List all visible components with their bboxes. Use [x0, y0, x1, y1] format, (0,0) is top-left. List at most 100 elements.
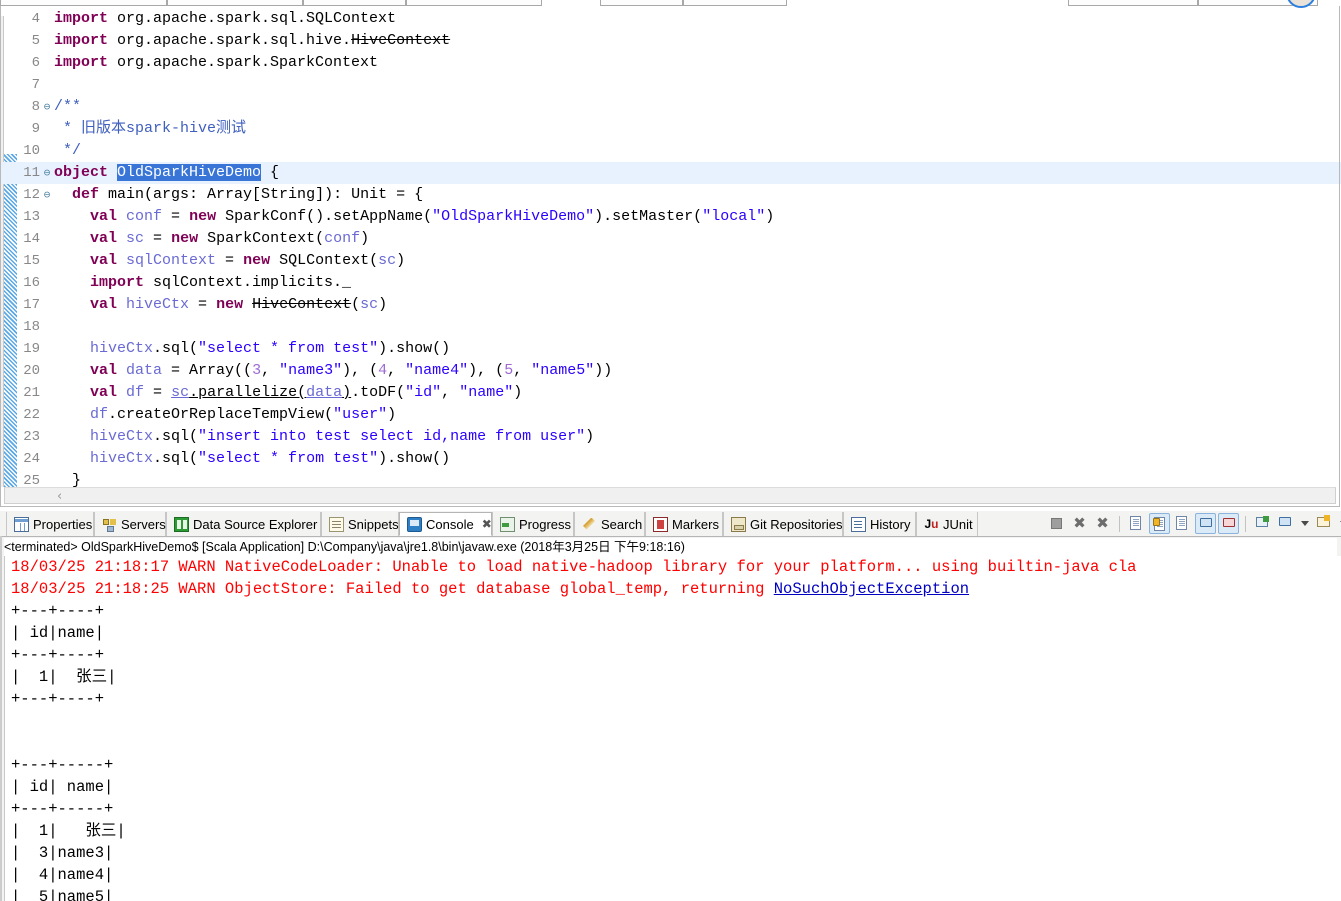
code-line[interactable]: 5 import org.apache.spark.sql.hive.HiveCo… — [0, 30, 1341, 52]
line-number: 16 — [23, 275, 40, 291]
code-line[interactable]: 18 — [0, 316, 1341, 338]
code-text: val sqlContext = new SQLContext(sc) — [90, 252, 406, 269]
code-line[interactable]: 14 val sc = new SparkContext(conf) — [0, 228, 1341, 250]
tab-console[interactable]: Console ✖ — [399, 512, 492, 536]
tab-properties[interactable]: Properties — [6, 512, 94, 536]
code-line[interactable]: 9 * 旧版本spark-hive测试 — [0, 118, 1341, 140]
editor-horizontal-scrollbar[interactable]: ‹ — [4, 487, 1336, 504]
line-number: 12 — [23, 187, 40, 203]
code-line[interactable]: 19 hiveCtx.sql("select * from test").sho… — [0, 338, 1341, 360]
console-line: | 5|name5| — [11, 886, 1341, 901]
code-line[interactable]: 20 val data = Array((3, "name3"), (4, "n… — [0, 360, 1341, 382]
open-console-button[interactable] — [1314, 513, 1335, 534]
tab-label: JUnit — [943, 516, 973, 532]
console-line: +---+-----+ — [11, 754, 1341, 776]
console-hyperlink[interactable]: NoSuchObjectException — [774, 580, 969, 598]
code-line[interactable]: 17 val hiveCtx = new HiveContext(sc) — [0, 294, 1341, 316]
tab-markers[interactable]: Markers — [645, 512, 723, 536]
tab-snippets[interactable]: Snippets — [321, 512, 399, 536]
tab-label: Console — [426, 516, 474, 532]
tab-history[interactable]: History — [843, 512, 916, 536]
code-text: val data = Array((3, "name3"), (4, "name… — [90, 362, 613, 379]
remove-all-launches-button[interactable]: ✖ — [1092, 513, 1113, 534]
console-line: | id| name| — [11, 776, 1341, 798]
code-text: def main(args: Array[String]): Unit = { — [72, 186, 424, 203]
line-number: 22 — [23, 407, 40, 423]
console-text: | 4|name4| — [11, 866, 114, 884]
code-line[interactable]: 22 df.createOrReplaceTempView("user") — [0, 404, 1341, 426]
console-toolbar[interactable]: ✖ ✖ — [1046, 513, 1341, 534]
tab-label: Search — [601, 516, 643, 532]
top-chrome-segment-4 — [406, 0, 542, 6]
console-text: | 1| 张三| — [11, 822, 126, 840]
code-line[interactable]: 23 hiveCtx.sql("insert into test select … — [0, 426, 1341, 448]
console-text: | 5|name5| — [11, 888, 114, 901]
console-line: | 4|name4| — [11, 864, 1341, 886]
stop-square-icon — [1051, 518, 1062, 529]
tab-servers[interactable]: Servers — [94, 512, 166, 536]
word-wrap-doc-icon — [1176, 516, 1187, 530]
show-console-on-error-button[interactable] — [1218, 513, 1239, 534]
code-text: hiveCtx.sql("select * from test").show() — [90, 450, 451, 467]
tab-progress[interactable]: Progress — [492, 512, 574, 536]
tab-label: Properties — [33, 516, 93, 532]
top-chrome-segment-6 — [683, 0, 787, 6]
console-line: | 1| 张三| — [11, 666, 1341, 688]
code-line[interactable]: 13 val conf = new SparkConf().setAppName… — [0, 206, 1341, 228]
tab-data-source-explorer[interactable]: Data Source Explorer — [166, 512, 321, 536]
console-icon — [407, 516, 422, 532]
scroll-left-arrow-icon[interactable]: ‹ — [57, 490, 62, 503]
code-line[interactable]: 11 ⊖ object OldSparkHiveDemo { — [0, 162, 1341, 184]
console-output[interactable]: 18/03/25 21:18:17 WARN NativeCodeLoader:… — [4, 556, 1341, 901]
code-line[interactable]: 7 — [0, 74, 1341, 96]
console-text: 18/03/25 21:18:25 WARN ObjectStore: Fail… — [11, 580, 774, 598]
fold-toggle-icon[interactable]: ⊖ — [40, 185, 54, 207]
pin-console-button[interactable] — [1252, 513, 1273, 534]
console-text: | 1| 张三| — [11, 668, 117, 686]
console-line: 18/03/25 21:18:25 WARN ObjectStore: Fail… — [11, 578, 1341, 600]
tab-close-icon[interactable]: ✖ — [482, 517, 492, 531]
tab-git-repositories[interactable]: Git Repositories — [723, 512, 843, 536]
terminate-button[interactable] — [1046, 513, 1067, 534]
code-editor[interactable]: 4 import org.apache.spark.sql.SQLContext 5… — [0, 8, 1341, 487]
code-line[interactable]: 21 val df = sc.parallelize(data).toDF("i… — [0, 382, 1341, 404]
console-line: | 1| 张三| — [11, 820, 1341, 842]
tab-label: Markers — [672, 516, 719, 532]
top-chrome-strip — [0, 0, 1341, 8]
line-number: 7 — [31, 77, 40, 93]
line-number: 8 — [31, 99, 40, 115]
code-text: hiveCtx.sql("select * from test").show() — [90, 340, 451, 357]
code-line[interactable]: 15 val sqlContext = new SQLContext(sc) — [0, 250, 1341, 272]
fold-toggle-icon[interactable]: ⊖ — [40, 163, 54, 185]
scroll-lock-button[interactable] — [1149, 513, 1170, 534]
code-line[interactable]: 10 */ — [0, 140, 1341, 162]
code-text: } — [54, 472, 82, 487]
clear-console-button[interactable] — [1126, 513, 1147, 534]
display-selected-console-button[interactable] — [1275, 513, 1296, 534]
code-line[interactable]: 12 ⊖ def main(args: Array[String]): Unit … — [0, 184, 1341, 206]
line-number: 19 — [23, 341, 40, 357]
code-line[interactable]: 16 import sqlContext.implicits._ — [0, 272, 1341, 294]
show-console-on-output-button[interactable] — [1195, 513, 1216, 534]
separator-2 — [1245, 515, 1246, 532]
code-line[interactable]: 25 } — [0, 470, 1341, 487]
top-chrome-segment-1 — [0, 0, 167, 6]
source-code[interactable]: 4 import org.apache.spark.sql.SQLContext 5… — [0, 8, 1341, 487]
display-dropdown-arrow[interactable] — [1301, 521, 1309, 526]
code-text: hiveCtx.sql("insert into test select id,… — [90, 428, 595, 445]
code-line[interactable]: 8 ⊖/** — [0, 96, 1341, 118]
progress-icon — [500, 516, 515, 532]
line-number: 11 — [23, 165, 40, 181]
code-line[interactable]: 6 import org.apache.spark.SparkContext — [0, 52, 1341, 74]
word-wrap-button[interactable] — [1172, 513, 1193, 534]
line-number: 15 — [23, 253, 40, 269]
code-line[interactable]: 4 import org.apache.spark.sql.SQLContext — [0, 8, 1341, 30]
search-icon — [582, 517, 597, 532]
tab-junit[interactable]: Ju JUnit — [916, 512, 978, 536]
fold-toggle-icon[interactable]: ⊖ — [40, 97, 54, 119]
display-monitor-icon — [1279, 517, 1291, 526]
tab-search[interactable]: Search — [574, 512, 645, 536]
remove-launch-button[interactable]: ✖ — [1069, 513, 1090, 534]
code-line[interactable]: 24 hiveCtx.sql("select * from test").sho… — [0, 448, 1341, 470]
